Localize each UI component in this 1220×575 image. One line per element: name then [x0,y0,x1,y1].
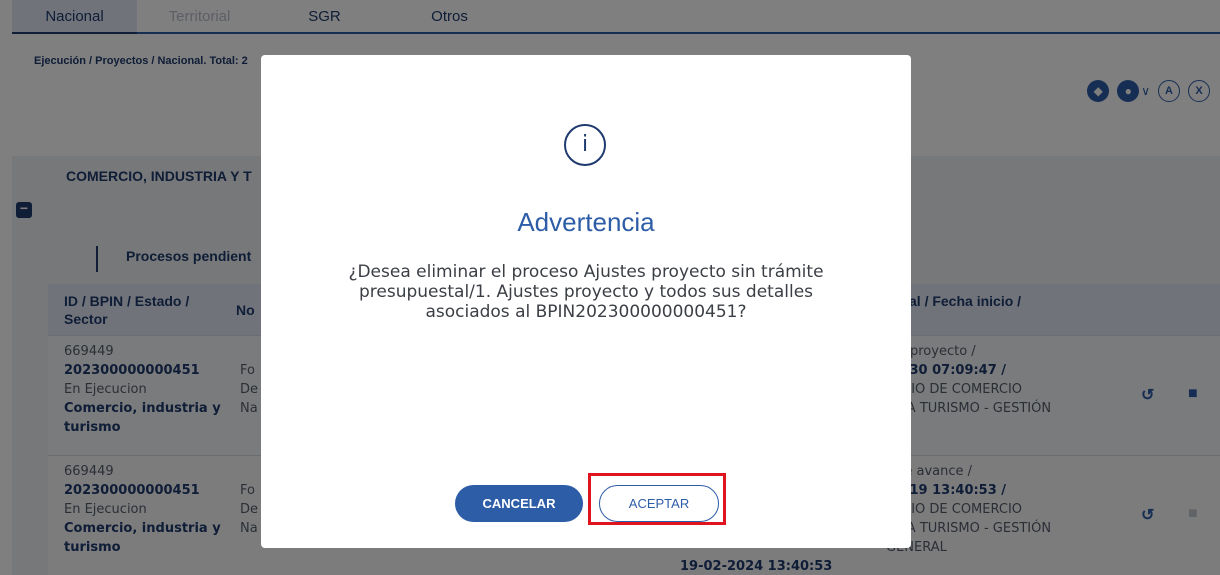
dialog-message-line1: ¿Desea eliminar el proceso Ajustes proye… [348,262,824,282]
dialog-title: Advertencia [517,207,655,237]
info-icon: i [564,124,606,166]
cancel-button[interactable]: CANCELAR [455,485,583,522]
warning-dialog: i Advertencia ¿Desea eliminar el proceso… [261,55,911,548]
accept-button[interactable]: ACEPTAR [599,485,719,522]
dialog-message: ¿Desea eliminar el proceso Ajustes proye… [301,262,871,322]
dialog-message-line2: presupuestal/1. Ajustes proyecto y todos… [358,282,814,302]
dialog-message-line3: asociados al BPIN202300000000451? [425,302,747,322]
